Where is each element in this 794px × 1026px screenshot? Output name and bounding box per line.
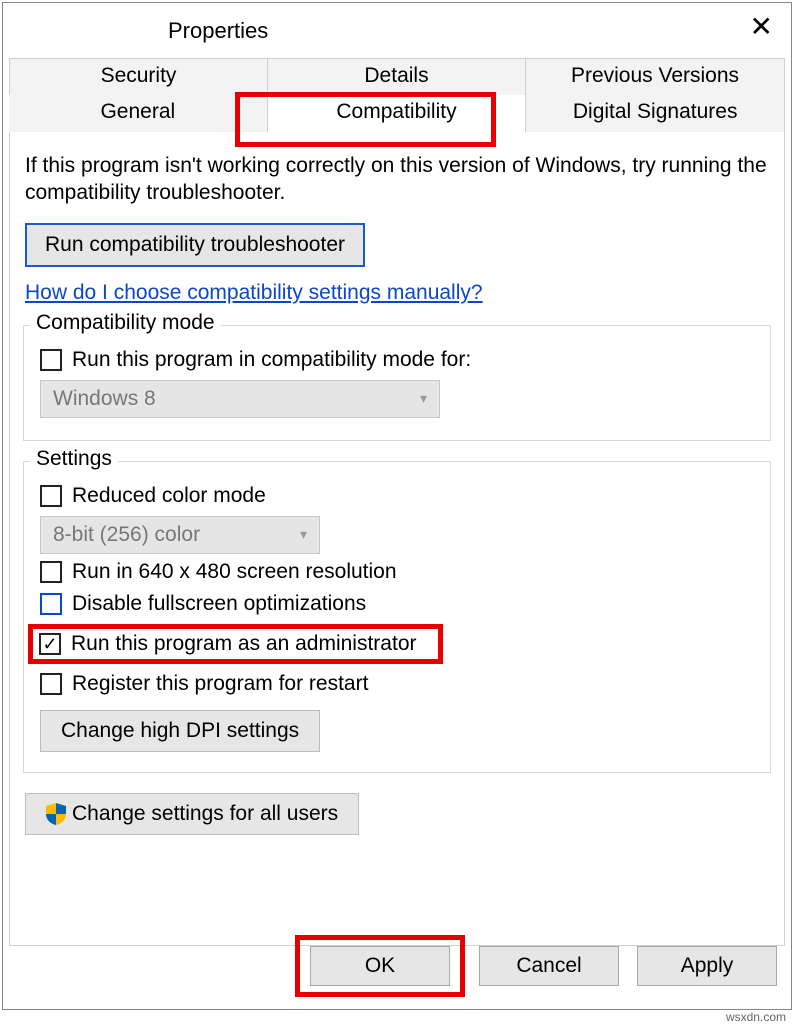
apply-button[interactable]: Apply bbox=[637, 946, 777, 986]
shield-icon bbox=[46, 803, 66, 825]
reduced-color-checkbox[interactable] bbox=[40, 485, 62, 507]
tab-compatibility[interactable]: Compatibility bbox=[268, 95, 527, 132]
tab-security[interactable]: Security bbox=[10, 59, 268, 96]
tab-row-1: Security Details Previous Versions bbox=[9, 58, 785, 97]
compat-mode-group: Compatibility mode Run this program in c… bbox=[23, 325, 771, 441]
color-dropdown[interactable]: 8-bit (256) color ▾ bbox=[40, 516, 320, 554]
dialog-footer: OK Cancel Apply bbox=[17, 935, 777, 997]
close-icon[interactable]: ✕ bbox=[750, 13, 773, 41]
run-640-checkbox[interactable] bbox=[40, 561, 62, 583]
window-title: Properties bbox=[168, 18, 268, 44]
intro-text: If this program isn't working correctly … bbox=[25, 152, 769, 207]
settings-group: Settings Reduced color mode 8-bit (256) … bbox=[23, 461, 771, 773]
compat-mode-text: Run this program in compatibility mode f… bbox=[72, 348, 471, 372]
change-dpi-button[interactable]: Change high DPI settings bbox=[40, 710, 320, 752]
compat-mode-value: Windows 8 bbox=[53, 387, 156, 411]
chevron-down-icon: ▾ bbox=[300, 526, 307, 543]
ok-button[interactable]: OK bbox=[310, 946, 450, 986]
highlight-run-admin: Run this program as an administrator bbox=[28, 624, 443, 664]
chevron-down-icon: ▾ bbox=[420, 390, 427, 407]
settings-label: Settings bbox=[30, 447, 118, 471]
change-all-users-button[interactable]: Change settings for all users bbox=[25, 793, 359, 835]
run-admin-text: Run this program as an administrator bbox=[71, 632, 417, 656]
register-restart-checkbox[interactable] bbox=[40, 673, 62, 695]
run-640-text: Run in 640 x 480 screen resolution bbox=[72, 560, 397, 584]
register-restart-text: Register this program for restart bbox=[72, 672, 368, 696]
tab-row-2: General Compatibility Digital Signatures bbox=[9, 95, 785, 132]
color-value: 8-bit (256) color bbox=[53, 523, 200, 547]
compatibility-pane: If this program isn't working correctly … bbox=[9, 132, 785, 946]
watermark: wsxdn.com bbox=[726, 1010, 786, 1024]
disable-fullscreen-text: Disable fullscreen optimizations bbox=[72, 592, 366, 616]
tab-digital-signatures[interactable]: Digital Signatures bbox=[526, 95, 785, 132]
run-troubleshooter-button[interactable]: Run compatibility troubleshooter bbox=[25, 223, 365, 267]
disable-fullscreen-checkbox[interactable] bbox=[40, 593, 62, 615]
highlight-ok: OK bbox=[295, 935, 465, 997]
change-all-users-label: Change settings for all users bbox=[72, 802, 338, 826]
tab-details[interactable]: Details bbox=[268, 59, 526, 96]
cancel-button[interactable]: Cancel bbox=[479, 946, 619, 986]
properties-window: Properties ✕ Security Details Previous V… bbox=[2, 2, 792, 1010]
tab-general[interactable]: General bbox=[9, 95, 268, 132]
help-link[interactable]: How do I choose compatibility settings m… bbox=[25, 281, 483, 305]
compat-mode-checkbox[interactable] bbox=[40, 349, 62, 371]
run-admin-checkbox[interactable] bbox=[39, 633, 61, 655]
reduced-color-text: Reduced color mode bbox=[72, 484, 266, 508]
compat-mode-label: Compatibility mode bbox=[30, 311, 221, 335]
compat-mode-dropdown[interactable]: Windows 8 ▾ bbox=[40, 380, 440, 418]
tab-previous-versions[interactable]: Previous Versions bbox=[526, 59, 784, 96]
titlebar: Properties ✕ bbox=[3, 3, 791, 58]
